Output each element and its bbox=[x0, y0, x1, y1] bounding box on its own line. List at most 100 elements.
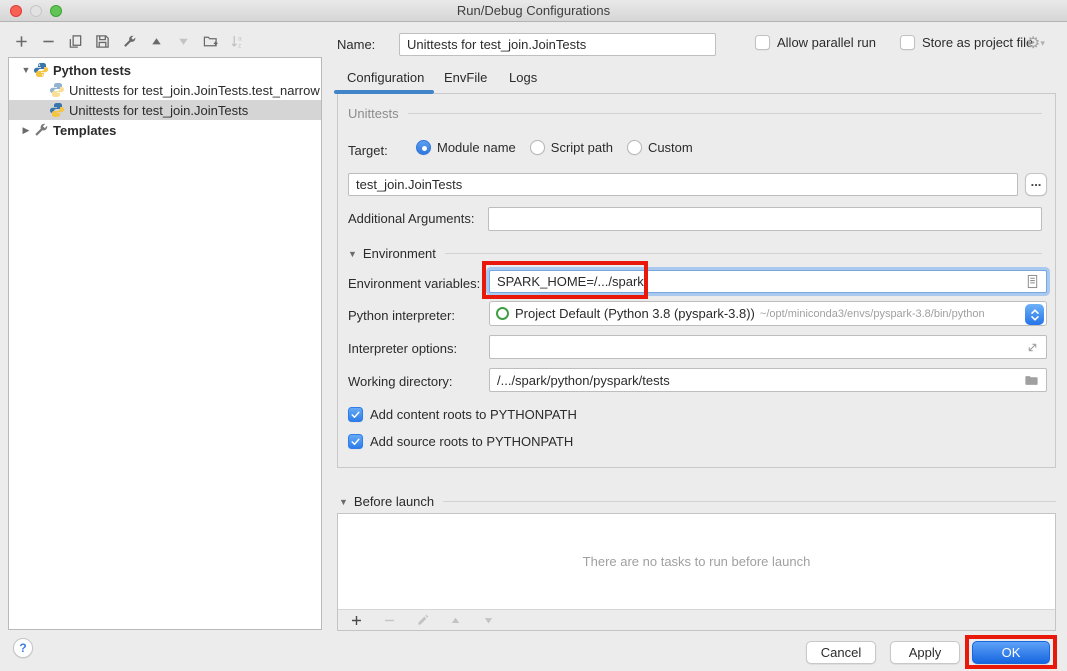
tree-item-test-narrow[interactable]: Unittests for test_join.JoinTests.test_n… bbox=[9, 80, 321, 100]
tab-envfile[interactable]: EnvFile bbox=[444, 70, 487, 90]
new-folder-icon[interactable] bbox=[202, 33, 218, 49]
configurations-tree: ▼ Python tests Unittests for test_join.J… bbox=[8, 57, 322, 630]
settings-gear-icon[interactable]: ⚙︎▾ bbox=[1026, 33, 1045, 54]
copy-icon[interactable] bbox=[67, 33, 83, 49]
tree-item-python-tests[interactable]: ▼ Python tests bbox=[9, 60, 321, 80]
ok-button[interactable]: OK bbox=[972, 641, 1050, 664]
working-directory-input[interactable]: /.../spark/python/pyspark/tests bbox=[489, 368, 1047, 392]
additional-arguments-label: Additional Arguments: bbox=[348, 211, 474, 226]
checkbox-unchecked[interactable] bbox=[755, 35, 770, 50]
checkbox-checked[interactable] bbox=[348, 434, 363, 449]
working-directory-label: Working directory: bbox=[348, 374, 453, 389]
apply-button[interactable]: Apply bbox=[890, 641, 960, 664]
group-divider bbox=[408, 113, 1042, 114]
move-up-icon[interactable] bbox=[148, 33, 164, 49]
python-interpreter-label: Python interpreter: bbox=[348, 308, 455, 323]
collapse-icon[interactable]: ▼ bbox=[339, 497, 348, 507]
add-source-roots-checkbox[interactable]: Add source roots to PYTHONPATH bbox=[348, 434, 573, 449]
interpreter-options-label: Interpreter options: bbox=[348, 341, 457, 356]
python-icon bbox=[33, 62, 49, 78]
edit-templates-icon[interactable] bbox=[121, 33, 137, 49]
radio-custom[interactable] bbox=[627, 140, 642, 155]
target-input[interactable]: test_join.JoinTests bbox=[348, 173, 1018, 196]
environment-variables-label: Environment variables: bbox=[348, 276, 480, 291]
radio-custom-label: Custom bbox=[648, 140, 693, 155]
expand-icon[interactable]: ▶ bbox=[19, 125, 33, 136]
python-interpreter-path: ~/opt/miniconda3/envs/pyspark-3.8/bin/py… bbox=[760, 308, 985, 320]
remove-icon[interactable] bbox=[40, 33, 56, 49]
radio-module-name[interactable] bbox=[416, 140, 431, 155]
title-bar: Run/Debug Configurations bbox=[0, 0, 1067, 22]
edit-variables-icon[interactable] bbox=[1026, 274, 1039, 289]
python-test-icon bbox=[49, 102, 65, 118]
tree-item-label: Templates bbox=[53, 123, 116, 138]
radio-script-path[interactable] bbox=[530, 140, 545, 155]
group-divider bbox=[445, 253, 1042, 254]
run-debug-configurations-dialog: Run/Debug Configurations az ▼ Python tes… bbox=[0, 0, 1067, 671]
save-icon[interactable] bbox=[94, 33, 110, 49]
collapse-icon[interactable]: ▼ bbox=[348, 249, 357, 259]
move-task-up-icon[interactable] bbox=[447, 612, 463, 628]
add-content-roots-checkbox[interactable]: Add content roots to PYTHONPATH bbox=[348, 407, 577, 422]
collapse-icon[interactable]: ▼ bbox=[19, 65, 33, 75]
add-icon[interactable] bbox=[13, 33, 29, 49]
environment-group-label: Environment bbox=[363, 246, 436, 261]
allow-parallel-run-checkbox[interactable]: Allow parallel run bbox=[755, 35, 876, 50]
additional-arguments-input[interactable] bbox=[488, 207, 1042, 231]
tree-item-label: Unittests for test_join.JoinTests.test_n… bbox=[69, 83, 320, 98]
conda-icon bbox=[496, 307, 509, 320]
name-label: Name: bbox=[337, 37, 375, 52]
allow-parallel-run-label: Allow parallel run bbox=[777, 35, 876, 50]
environment-group-header[interactable]: ▼ Environment bbox=[348, 246, 1042, 261]
browse-button[interactable]: ... bbox=[1025, 173, 1047, 196]
add-task-icon[interactable] bbox=[348, 612, 364, 628]
expand-field-icon[interactable] bbox=[1026, 341, 1039, 354]
tree-item-label: Python tests bbox=[53, 63, 131, 78]
svg-text:z: z bbox=[237, 42, 240, 48]
dropdown-stepper-icon[interactable] bbox=[1025, 304, 1044, 325]
python-interpreter-value: Project Default (Python 3.8 (pyspark-3.8… bbox=[515, 306, 755, 321]
tree-item-label: Unittests for test_join.JoinTests bbox=[69, 103, 248, 118]
environment-variables-input[interactable]: SPARK_HOME=/.../spark bbox=[489, 270, 1047, 293]
before-launch-panel: There are no tasks to run before launch bbox=[337, 513, 1056, 631]
checkbox-checked[interactable] bbox=[348, 407, 363, 422]
python-test-icon bbox=[49, 82, 65, 98]
radio-module-name-label: Module name bbox=[437, 140, 516, 155]
tab-configuration[interactable]: Configuration bbox=[347, 70, 424, 90]
before-launch-empty-message: There are no tasks to run before launch bbox=[583, 554, 811, 569]
move-down-icon[interactable] bbox=[175, 33, 191, 49]
radio-script-path-label: Script path bbox=[551, 140, 613, 155]
tree-item-jointests-selected[interactable]: Unittests for test_join.JoinTests bbox=[9, 100, 321, 120]
interpreter-options-input[interactable] bbox=[489, 335, 1047, 359]
configurations-toolbar: az bbox=[13, 33, 245, 49]
move-task-down-icon[interactable] bbox=[480, 612, 496, 628]
edit-task-icon[interactable] bbox=[414, 612, 430, 628]
python-interpreter-select[interactable]: Project Default (Python 3.8 (pyspark-3.8… bbox=[489, 301, 1047, 326]
target-value: test_join.JoinTests bbox=[356, 177, 1010, 192]
svg-text:a: a bbox=[237, 35, 241, 42]
before-launch-task-list: There are no tasks to run before launch bbox=[338, 514, 1055, 610]
add-content-roots-label: Add content roots to PYTHONPATH bbox=[370, 407, 577, 422]
add-source-roots-label: Add source roots to PYTHONPATH bbox=[370, 434, 573, 449]
tab-logs[interactable]: Logs bbox=[509, 70, 537, 90]
sort-alphabetically-icon[interactable]: az bbox=[229, 33, 245, 49]
configuration-tab-panel: Unittests Target: Module name Script pat… bbox=[337, 94, 1056, 468]
target-radio-group: Module name Script path Custom bbox=[416, 140, 707, 155]
folder-icon[interactable] bbox=[1024, 373, 1039, 387]
environment-variables-value: SPARK_HOME=/.../spark bbox=[497, 274, 1020, 289]
tree-item-templates[interactable]: ▶ Templates bbox=[9, 120, 321, 140]
working-directory-value: /.../spark/python/pyspark/tests bbox=[497, 373, 1018, 388]
group-divider bbox=[443, 501, 1056, 502]
unittests-group-label: Unittests bbox=[348, 106, 399, 121]
before-launch-group-header[interactable]: ▼ Before launch bbox=[339, 494, 1056, 509]
before-launch-group-label: Before launch bbox=[354, 494, 434, 509]
wrench-icon bbox=[33, 122, 49, 138]
cancel-button[interactable]: Cancel bbox=[806, 641, 876, 664]
checkbox-unchecked[interactable] bbox=[900, 35, 915, 50]
help-button[interactable]: ? bbox=[13, 638, 33, 658]
store-as-project-file-label: Store as project file bbox=[922, 35, 1033, 50]
name-input[interactable]: Unittests for test_join.JoinTests bbox=[399, 33, 716, 56]
remove-task-icon[interactable] bbox=[381, 612, 397, 628]
store-as-project-file-checkbox[interactable]: Store as project file bbox=[900, 35, 1033, 50]
chevron-down-icon: ▾ bbox=[1040, 38, 1045, 48]
